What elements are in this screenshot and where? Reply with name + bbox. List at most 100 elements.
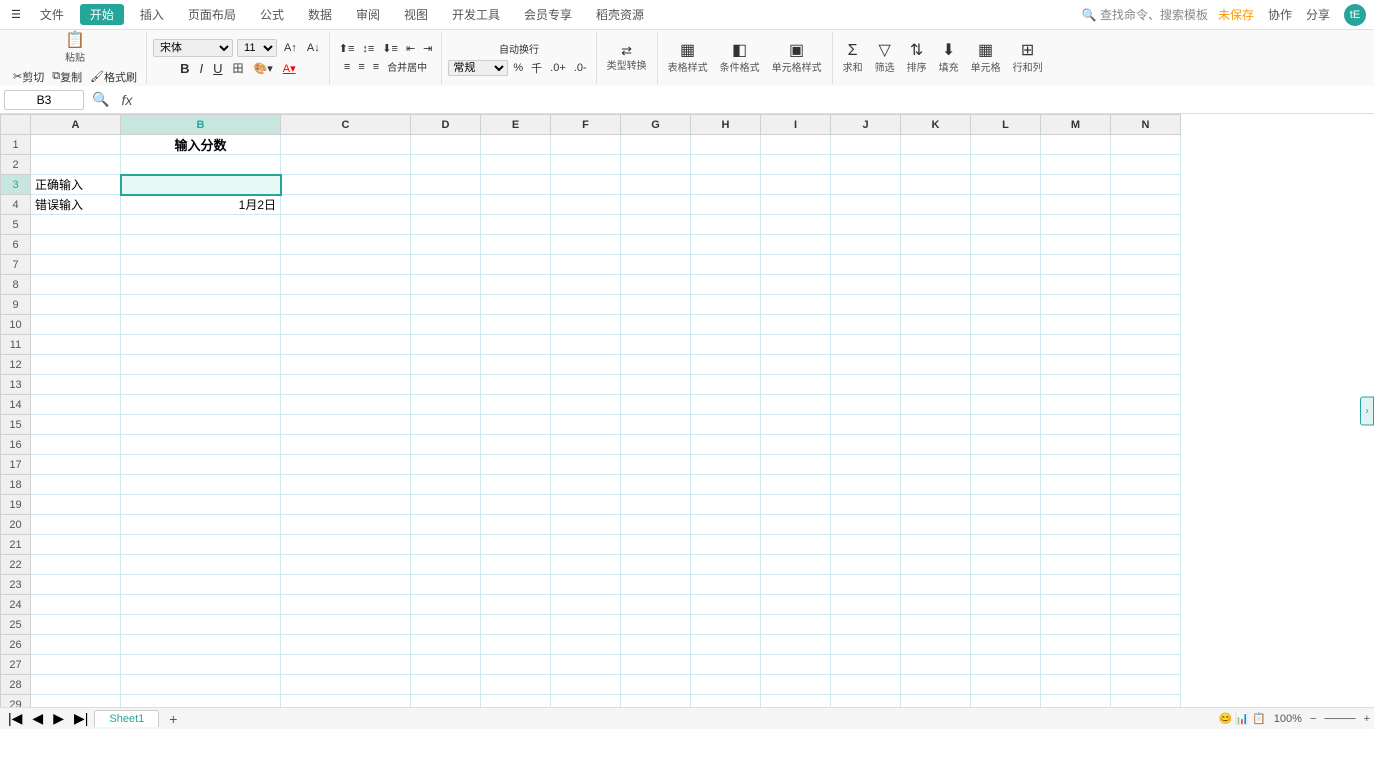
cell-D20[interactable] (411, 515, 481, 535)
cell-K18[interactable] (901, 475, 971, 495)
cell-M18[interactable] (1041, 475, 1111, 495)
cell-E27[interactable] (481, 655, 551, 675)
cell-H15[interactable] (691, 415, 761, 435)
sheet-nav-next[interactable]: ▶ (49, 710, 68, 727)
cell-A7[interactable] (31, 255, 121, 275)
cell-L2[interactable] (971, 155, 1041, 175)
col-header-N[interactable]: N (1111, 115, 1181, 135)
cell-C12[interactable] (281, 355, 411, 375)
cell-E16[interactable] (481, 435, 551, 455)
cell-K14[interactable] (901, 395, 971, 415)
cell-I25[interactable] (761, 615, 831, 635)
cell-A1[interactable] (31, 135, 121, 155)
cell-K26[interactable] (901, 635, 971, 655)
cell-A3[interactable]: 正确输入 (31, 175, 121, 195)
cell-K12[interactable] (901, 355, 971, 375)
cell-J26[interactable] (831, 635, 901, 655)
cell-A5[interactable] (31, 215, 121, 235)
cell-N4[interactable] (1111, 195, 1181, 215)
cell-C7[interactable] (281, 255, 411, 275)
col-header-F[interactable]: F (551, 115, 621, 135)
cell-B16[interactable] (121, 435, 281, 455)
cell-H9[interactable] (691, 295, 761, 315)
cell-I13[interactable] (761, 375, 831, 395)
cell-I29[interactable] (761, 695, 831, 708)
cell-C26[interactable] (281, 635, 411, 655)
row-num-19[interactable]: 19 (1, 495, 31, 515)
cell-K2[interactable] (901, 155, 971, 175)
cell-E29[interactable] (481, 695, 551, 708)
cell-N6[interactable] (1111, 235, 1181, 255)
cell-E24[interactable] (481, 595, 551, 615)
cell-G26[interactable] (621, 635, 691, 655)
col-header-H[interactable]: H (691, 115, 761, 135)
row-num-18[interactable]: 18 (1, 475, 31, 495)
row-num-6[interactable]: 6 (1, 235, 31, 255)
cell-F9[interactable] (551, 295, 621, 315)
cell-L1[interactable] (971, 135, 1041, 155)
cell-A14[interactable] (31, 395, 121, 415)
cell-M25[interactable] (1041, 615, 1111, 635)
cell-F25[interactable] (551, 615, 621, 635)
cell-L5[interactable] (971, 215, 1041, 235)
cell-B18[interactable] (121, 475, 281, 495)
cell-B13[interactable] (121, 375, 281, 395)
cell-K3[interactable] (901, 175, 971, 195)
cell-D1[interactable] (411, 135, 481, 155)
thousand-button[interactable]: 千 (528, 59, 545, 77)
cell-E1[interactable] (481, 135, 551, 155)
cell-D25[interactable] (411, 615, 481, 635)
cell-E12[interactable] (481, 355, 551, 375)
row-num-29[interactable]: 29 (1, 695, 31, 708)
cell-G23[interactable] (621, 575, 691, 595)
cell-M29[interactable] (1041, 695, 1111, 708)
cell-N19[interactable] (1111, 495, 1181, 515)
font-shrink-button[interactable]: A↓ (304, 41, 323, 55)
cell-N3[interactable] (1111, 175, 1181, 195)
cell-J20[interactable] (831, 515, 901, 535)
font-grow-button[interactable]: A↑ (281, 41, 300, 55)
cell-B2[interactable] (121, 155, 281, 175)
cell-C16[interactable] (281, 435, 411, 455)
cell-D4[interactable] (411, 195, 481, 215)
cell-A18[interactable] (31, 475, 121, 495)
font-size-select[interactable]: 11 (237, 39, 277, 57)
row-num-16[interactable]: 16 (1, 435, 31, 455)
cell-K1[interactable] (901, 135, 971, 155)
row-num-1[interactable]: 1 (1, 135, 31, 155)
cell-E9[interactable] (481, 295, 551, 315)
file-menu[interactable]: 文件 (32, 4, 72, 25)
align-right-button[interactable]: ≡ (370, 60, 382, 74)
cell-I18[interactable] (761, 475, 831, 495)
cell-B5[interactable] (121, 215, 281, 235)
cell-M4[interactable] (1041, 195, 1111, 215)
cell-F12[interactable] (551, 355, 621, 375)
cell-H16[interactable] (691, 435, 761, 455)
cell-H2[interactable] (691, 155, 761, 175)
cell-C6[interactable] (281, 235, 411, 255)
cell-H11[interactable] (691, 335, 761, 355)
cell-F8[interactable] (551, 275, 621, 295)
cell-H27[interactable] (691, 655, 761, 675)
cell-B24[interactable] (121, 595, 281, 615)
cell-H19[interactable] (691, 495, 761, 515)
row-num-27[interactable]: 27 (1, 655, 31, 675)
cell-C20[interactable] (281, 515, 411, 535)
cell-button[interactable]: ▦ 单元格 (967, 41, 1005, 76)
cell-I1[interactable] (761, 135, 831, 155)
cell-F14[interactable] (551, 395, 621, 415)
cell-H28[interactable] (691, 675, 761, 695)
cell-D11[interactable] (411, 335, 481, 355)
cell-J29[interactable] (831, 695, 901, 708)
cell-C23[interactable] (281, 575, 411, 595)
cell-M28[interactable] (1041, 675, 1111, 695)
cell-D23[interactable] (411, 575, 481, 595)
cell-J9[interactable] (831, 295, 901, 315)
indent-decrease-button[interactable]: ⇤ (403, 41, 418, 56)
sheet-nav-prev[interactable]: ◀ (28, 710, 47, 727)
cell-N8[interactable] (1111, 275, 1181, 295)
row-num-2[interactable]: 2 (1, 155, 31, 175)
cell-I28[interactable] (761, 675, 831, 695)
col-header-I[interactable]: I (761, 115, 831, 135)
cell-H6[interactable] (691, 235, 761, 255)
